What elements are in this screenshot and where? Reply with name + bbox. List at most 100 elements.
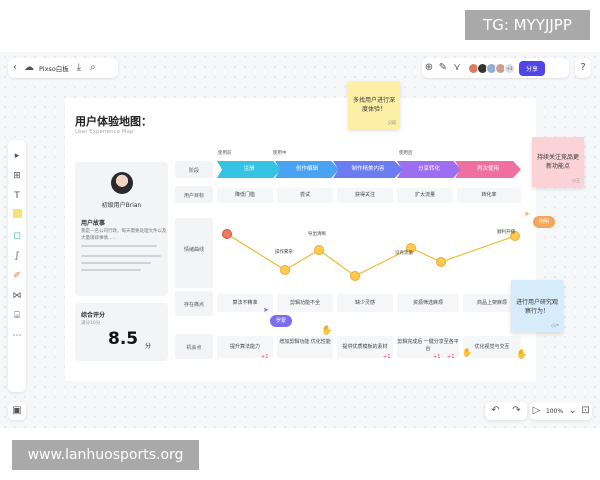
search-icon[interactable]: ⌕ xyxy=(86,61,100,75)
doc-title[interactable]: Pixso白板 xyxy=(39,63,69,73)
pain-cell[interactable]: 资源筛选麻烦 xyxy=(397,294,459,312)
fit-icon[interactable]: ⊡ xyxy=(579,404,592,418)
stage-chevron[interactable]: 再次使用 xyxy=(455,161,521,178)
score-sub: 满分10分 xyxy=(81,321,101,326)
story-line: 大量琐碎事情…… xyxy=(81,236,117,241)
avatar xyxy=(111,172,133,194)
sticky-note[interactable]: 进行用户研究观察行为！ 小卢 xyxy=(511,280,563,332)
opportunity-cell[interactable]: 增加剪辑功能 优化性能 xyxy=(277,336,333,358)
row-label-pain: 存在痛点 xyxy=(183,302,204,308)
redo-icon[interactable]: ↷ xyxy=(510,404,524,418)
thumbs-up-icon: ✋ xyxy=(516,350,528,360)
row-label-box xyxy=(175,218,213,288)
text-placeholder xyxy=(81,245,157,247)
emotion-line xyxy=(226,233,516,277)
emoji-icon xyxy=(350,271,360,281)
history-controls: ↶ ↷ xyxy=(485,402,527,420)
minimap-button[interactable]: ▣ xyxy=(8,402,26,420)
lasso-icon[interactable]: ✎ xyxy=(436,61,450,75)
emotion-label: 顺利开播 xyxy=(497,230,515,235)
sticky-text: 进行用户研究观察行为！ xyxy=(515,299,558,315)
goal-cell[interactable]: 转化率 xyxy=(457,188,521,203)
text-placeholder xyxy=(81,255,161,257)
pain-cell[interactable]: 缺少灵感 xyxy=(337,294,393,312)
profile-card[interactable]: 初级用户Brian 用户故事 我是一名公司行政，每天需要处理文件以及 大量琐碎事… xyxy=(75,162,168,296)
goal-cell[interactable]: 尝试 xyxy=(277,188,333,203)
more-tools-icon[interactable]: ⋯ xyxy=(8,326,26,346)
emoji-icon xyxy=(314,245,324,255)
story-line: 我是一名公司行政，每天需要处理文件以及 xyxy=(81,229,167,234)
vote-badge: +1 xyxy=(261,354,269,360)
play-icon[interactable]: ▷ xyxy=(530,404,543,418)
score-card[interactable]: 综合评分 满分10分 8.5 分 xyxy=(75,303,168,361)
frame-icon[interactable]: ⊞ xyxy=(8,166,26,186)
emotion-label: 操作繁杂 xyxy=(275,250,293,255)
sticky-note[interactable]: 持续关注竞品更新功能点 小王 xyxy=(532,137,584,187)
vote-badge: +1 xyxy=(433,354,441,360)
collab-toolbar: ⊕ ✎ ⋎ +3 分享 xyxy=(422,58,569,78)
avatar-more[interactable]: +3 xyxy=(504,62,515,74)
export-icon[interactable]: ⤓ xyxy=(72,61,86,75)
story-heading: 用户故事 xyxy=(81,220,106,227)
mindmap-icon[interactable]: ⋈ xyxy=(8,286,26,306)
watermark-top: TG: MYYJJPP xyxy=(465,10,590,40)
board-subtitle: User Experience Map xyxy=(75,129,134,135)
row-label-emotion: 情绪曲线 xyxy=(183,247,204,253)
vote-badge: +1 xyxy=(447,354,455,360)
watermark-bottom: www.lanhuosports.org xyxy=(12,440,199,470)
stage-group-label: 使用前 xyxy=(218,151,232,156)
collaborator-cursor: 阿明 xyxy=(533,216,556,228)
emotion-label: 没有流量 xyxy=(395,251,413,256)
stage-group-label: 使用后 xyxy=(399,151,413,156)
template-icon[interactable]: ⌸ xyxy=(8,306,26,326)
share-button[interactable]: 分享 xyxy=(519,60,546,76)
sticky-note[interactable]: 多找用户进行深度体验！ 贝塔 xyxy=(348,81,400,129)
zoom-controls: ▷ 100% ⌄ ⊡ xyxy=(530,402,592,420)
zoom-level[interactable]: 100% xyxy=(546,408,563,415)
stage-chevron[interactable]: 分享转化 xyxy=(397,161,461,178)
sticky-note-icon[interactable] xyxy=(8,206,26,226)
thumbs-up-icon: ✋ xyxy=(321,326,333,336)
chevron-down-icon[interactable]: ⌄ xyxy=(566,404,579,418)
text-placeholder xyxy=(81,269,141,271)
shape-icon[interactable]: ◻ xyxy=(8,226,26,246)
connector-icon[interactable]: ∫ xyxy=(8,246,26,266)
sticky-author: 小王 xyxy=(572,178,580,183)
emoji-icon xyxy=(222,229,232,239)
collaborator-cursor: 罗蒙 xyxy=(270,315,293,327)
goal-cell[interactable]: 降低门槛 xyxy=(217,188,273,203)
text-icon[interactable]: T xyxy=(8,186,26,206)
more-icon[interactable]: ⋎ xyxy=(450,61,464,75)
pen-icon[interactable]: ✐ xyxy=(8,266,26,286)
goal-cell[interactable]: 扩大流量 xyxy=(397,188,453,203)
left-toolbar: ▸ ⊞ T ◻ ∫ ✐ ⋈ ⌸ ⋯ xyxy=(8,140,26,392)
stage-group-label: 使用中 xyxy=(273,151,287,156)
row-label-opportunity: 机会点 xyxy=(186,345,202,351)
sticky-author: 小卢 xyxy=(551,323,559,328)
score-unit: 分 xyxy=(145,343,152,350)
stage-chevron[interactable]: 注册 xyxy=(217,161,281,178)
file-toolbar: ‹ ☁ Pixso白板 ⤓ ⌕ xyxy=(8,58,118,78)
emotion-curve xyxy=(226,233,516,277)
sticky-text: 多找用户进行深度体验！ xyxy=(352,97,395,113)
cursor-icon: ➤ xyxy=(524,210,530,218)
plus-icon[interactable]: ⊕ xyxy=(422,61,436,75)
pain-cell[interactable]: 剪辑功能不全 xyxy=(277,294,333,312)
stage-chevron[interactable]: 创作编辑 xyxy=(275,161,339,178)
board-title: 用户体验地图： xyxy=(75,115,152,128)
undo-icon[interactable]: ↶ xyxy=(489,404,503,418)
ux-map-board[interactable]: 用户体验地图： User Experience Map 初级用户Brian 用户… xyxy=(65,98,536,381)
goal-cell[interactable]: 获得关注 xyxy=(337,188,393,203)
cloud-icon: ☁ xyxy=(24,62,34,73)
help-button[interactable]: ? xyxy=(575,58,591,78)
persona-name: 初级用户Brian xyxy=(101,202,142,209)
vote-badge: +1 xyxy=(383,354,391,360)
stage-chevron[interactable]: 制作精美内容 xyxy=(333,161,403,178)
pointer-icon[interactable]: ▸ xyxy=(8,146,26,166)
top-toolbar: ‹ ☁ Pixso白板 ⤓ ⌕ ⊕ ✎ ⋎ +3 分享 ? xyxy=(0,52,600,84)
text-placeholder xyxy=(81,262,151,264)
thumbs-up-icon: ✋ xyxy=(462,348,472,357)
score-value: 8.5 xyxy=(108,329,139,349)
emoji-icon xyxy=(280,265,290,275)
chevron-left-icon[interactable]: ‹ xyxy=(8,61,22,75)
